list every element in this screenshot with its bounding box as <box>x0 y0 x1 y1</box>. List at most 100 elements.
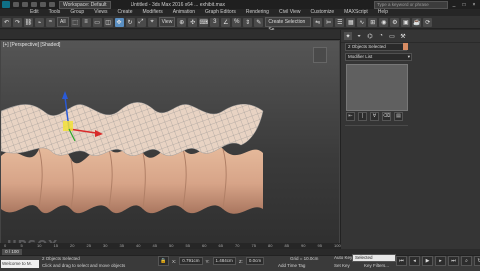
window-crossing-icon[interactable]: ◫ <box>103 17 113 27</box>
close-button[interactable]: × <box>470 2 478 8</box>
menu-animation[interactable]: Animation <box>173 9 195 16</box>
keyboard-shortcut-icon[interactable]: ⌨ <box>199 17 209 27</box>
stack-buttons: ⇤ | ∀ ⌫ ▤ <box>346 112 403 121</box>
auto-key-button[interactable]: Auto Key <box>334 255 352 260</box>
modifier-list-dropdown[interactable]: Modifier List ▾ <box>345 53 412 61</box>
workspace-dropdown[interactable]: Workspace: Default <box>59 0 111 9</box>
menu-rendering[interactable]: Rendering <box>246 9 269 16</box>
key-filters-button[interactable]: Key Filters... <box>364 263 389 268</box>
material-editor-icon[interactable]: ◉ <box>379 17 389 27</box>
align-icon[interactable]: ⊨ <box>324 17 334 27</box>
spinner-snap-icon[interactable]: ⇕ <box>243 17 253 27</box>
remove-modifier-button[interactable]: ⌫ <box>382 112 391 121</box>
next-frame-icon[interactable]: ▸ <box>435 256 446 266</box>
show-end-result-button[interactable]: | <box>358 112 367 121</box>
create-tab-icon[interactable]: ✦ <box>344 32 352 40</box>
unlink-icon[interactable]: ⌁ <box>35 17 44 27</box>
render-setup-icon[interactable]: ⚙ <box>390 17 400 27</box>
select-and-rotate-icon[interactable]: ↻ <box>125 17 135 27</box>
x-coordinate-field[interactable]: 0.791cm <box>179 257 203 265</box>
menu-maxscript[interactable]: MAXScript <box>344 9 368 16</box>
grid-size-text: Grid = 10.0cm <box>290 256 319 261</box>
menu-edit[interactable]: Edit <box>30 9 39 16</box>
undo-icon[interactable]: ↶ <box>2 17 11 27</box>
undo-icon[interactable] <box>40 2 46 7</box>
curve-editor-icon[interactable]: ∿ <box>357 17 367 27</box>
new-file-icon[interactable] <box>13 2 19 7</box>
edit-named-selection-icon[interactable]: ✎ <box>254 17 264 27</box>
select-by-name-icon[interactable]: ≡ <box>81 17 91 27</box>
perspective-viewport[interactable]: [+] [Perspective] [Shaded] <box>0 40 340 249</box>
lock-selection-icon[interactable]: 🔒 <box>158 256 169 266</box>
menu-civil-view[interactable]: Civil View <box>279 9 301 16</box>
render-iterative-icon[interactable]: ⟳ <box>423 17 433 27</box>
play-icon[interactable]: ▶ <box>422 256 433 266</box>
menu-customize[interactable]: Customize <box>311 9 335 16</box>
snaps-toggle-icon[interactable]: 3 <box>210 17 220 27</box>
menu-help[interactable]: Help <box>378 9 388 16</box>
redo-icon[interactable] <box>49 2 55 7</box>
object-color-swatch[interactable] <box>403 43 408 50</box>
pin-stack-button[interactable]: ⇤ <box>346 112 355 121</box>
open-file-icon[interactable] <box>22 2 28 7</box>
bind-space-warp-icon[interactable]: ≈ <box>46 17 55 27</box>
go-to-end-icon[interactable]: ⏭ <box>448 256 459 266</box>
y-coordinate-field[interactable]: 1.484cm <box>212 257 236 265</box>
go-to-start-icon[interactable]: ⏮ <box>396 256 407 266</box>
minimize-button[interactable]: _ <box>450 2 458 8</box>
menu-tools[interactable]: Tools <box>49 9 61 16</box>
render-production-icon[interactable]: ☕ <box>412 17 422 27</box>
command-panel: ✦ ◒ ⌬ ◔ ▭ ⚒ 2 Objects Selected Modifier … <box>340 30 480 249</box>
previous-frame-icon[interactable]: ◂ <box>409 256 420 266</box>
percent-snap-icon[interactable]: % <box>232 17 242 27</box>
named-selection-set-input[interactable]: Create Selection Se <box>265 17 312 33</box>
menu-group[interactable]: Group <box>70 9 84 16</box>
menu-modifiers[interactable]: Modifiers <box>142 9 162 16</box>
link-icon[interactable]: ⛓ <box>24 17 33 27</box>
z-coordinate-field[interactable]: 0.0cm <box>245 257 265 265</box>
manipulate-icon[interactable]: ✣ <box>188 17 198 27</box>
selection-count-text: 2 Objects Selected <box>42 256 80 261</box>
key-mode-dropdown[interactable]: Selected <box>352 254 396 262</box>
scene-explorer-icon[interactable]: ▦ <box>346 17 356 27</box>
menu-views[interactable]: Views <box>94 9 107 16</box>
zoom-icon[interactable]: ⌕ <box>461 256 472 266</box>
mirror-icon[interactable]: ⇋ <box>313 17 323 27</box>
schematic-view-icon[interactable]: ⊞ <box>368 17 378 27</box>
display-tab-icon[interactable]: ▭ <box>388 32 396 40</box>
menu-graph-editors[interactable]: Graph Editors <box>205 9 236 16</box>
add-time-tag-button[interactable]: Add Time Tag <box>278 263 305 268</box>
modify-tab-icon[interactable]: ◒ <box>355 32 363 40</box>
app-logo-icon[interactable] <box>2 1 10 8</box>
object-name-field[interactable]: 2 Objects Selected <box>345 43 407 51</box>
pivot-center-icon[interactable]: ⊕ <box>177 17 187 27</box>
maxscript-listener[interactable]: Welcome to M. <box>1 260 39 268</box>
save-file-icon[interactable] <box>31 2 37 7</box>
utilities-tab-icon[interactable]: ⚒ <box>399 32 407 40</box>
y-label: Y: <box>205 258 210 264</box>
orbit-icon[interactable]: ↻ <box>474 256 480 266</box>
configure-sets-button[interactable]: ▤ <box>394 112 403 121</box>
scene-geometry[interactable] <box>1 41 340 249</box>
selection-filter-dropdown[interactable]: All <box>57 17 69 27</box>
prompt-text: Click and drag to select and move object… <box>42 263 126 268</box>
rendered-frame-window-icon[interactable]: ▣ <box>401 17 411 27</box>
angle-snap-icon[interactable]: ∠ <box>221 17 231 27</box>
rectangular-selection-icon[interactable]: ▭ <box>92 17 102 27</box>
search-input[interactable]: Type a keyword or phrase <box>374 0 448 9</box>
select-and-place-icon[interactable]: ⌖ <box>147 17 157 27</box>
select-and-scale-icon[interactable]: ⤢ <box>136 17 146 27</box>
hierarchy-tab-icon[interactable]: ⌬ <box>366 32 374 40</box>
set-key-button[interactable]: Set Key <box>334 263 350 268</box>
menu-create[interactable]: Create <box>117 9 132 16</box>
motion-tab-icon[interactable]: ◔ <box>377 32 385 40</box>
playback-controls: ⏮ ◂ ▶ ▸ ⏭ ⌕ ↻ ✋ <box>396 256 480 266</box>
maximize-button[interactable]: □ <box>460 2 468 8</box>
select-object-icon[interactable]: ⬚ <box>70 17 80 27</box>
select-and-move-icon[interactable]: ✥ <box>114 17 124 27</box>
modifier-stack[interactable] <box>346 64 408 111</box>
layer-explorer-icon[interactable]: ☰ <box>335 17 345 27</box>
reference-coordinate-dropdown[interactable]: View <box>158 17 176 27</box>
make-unique-button[interactable]: ∀ <box>370 112 379 121</box>
redo-icon[interactable]: ↷ <box>13 17 22 27</box>
